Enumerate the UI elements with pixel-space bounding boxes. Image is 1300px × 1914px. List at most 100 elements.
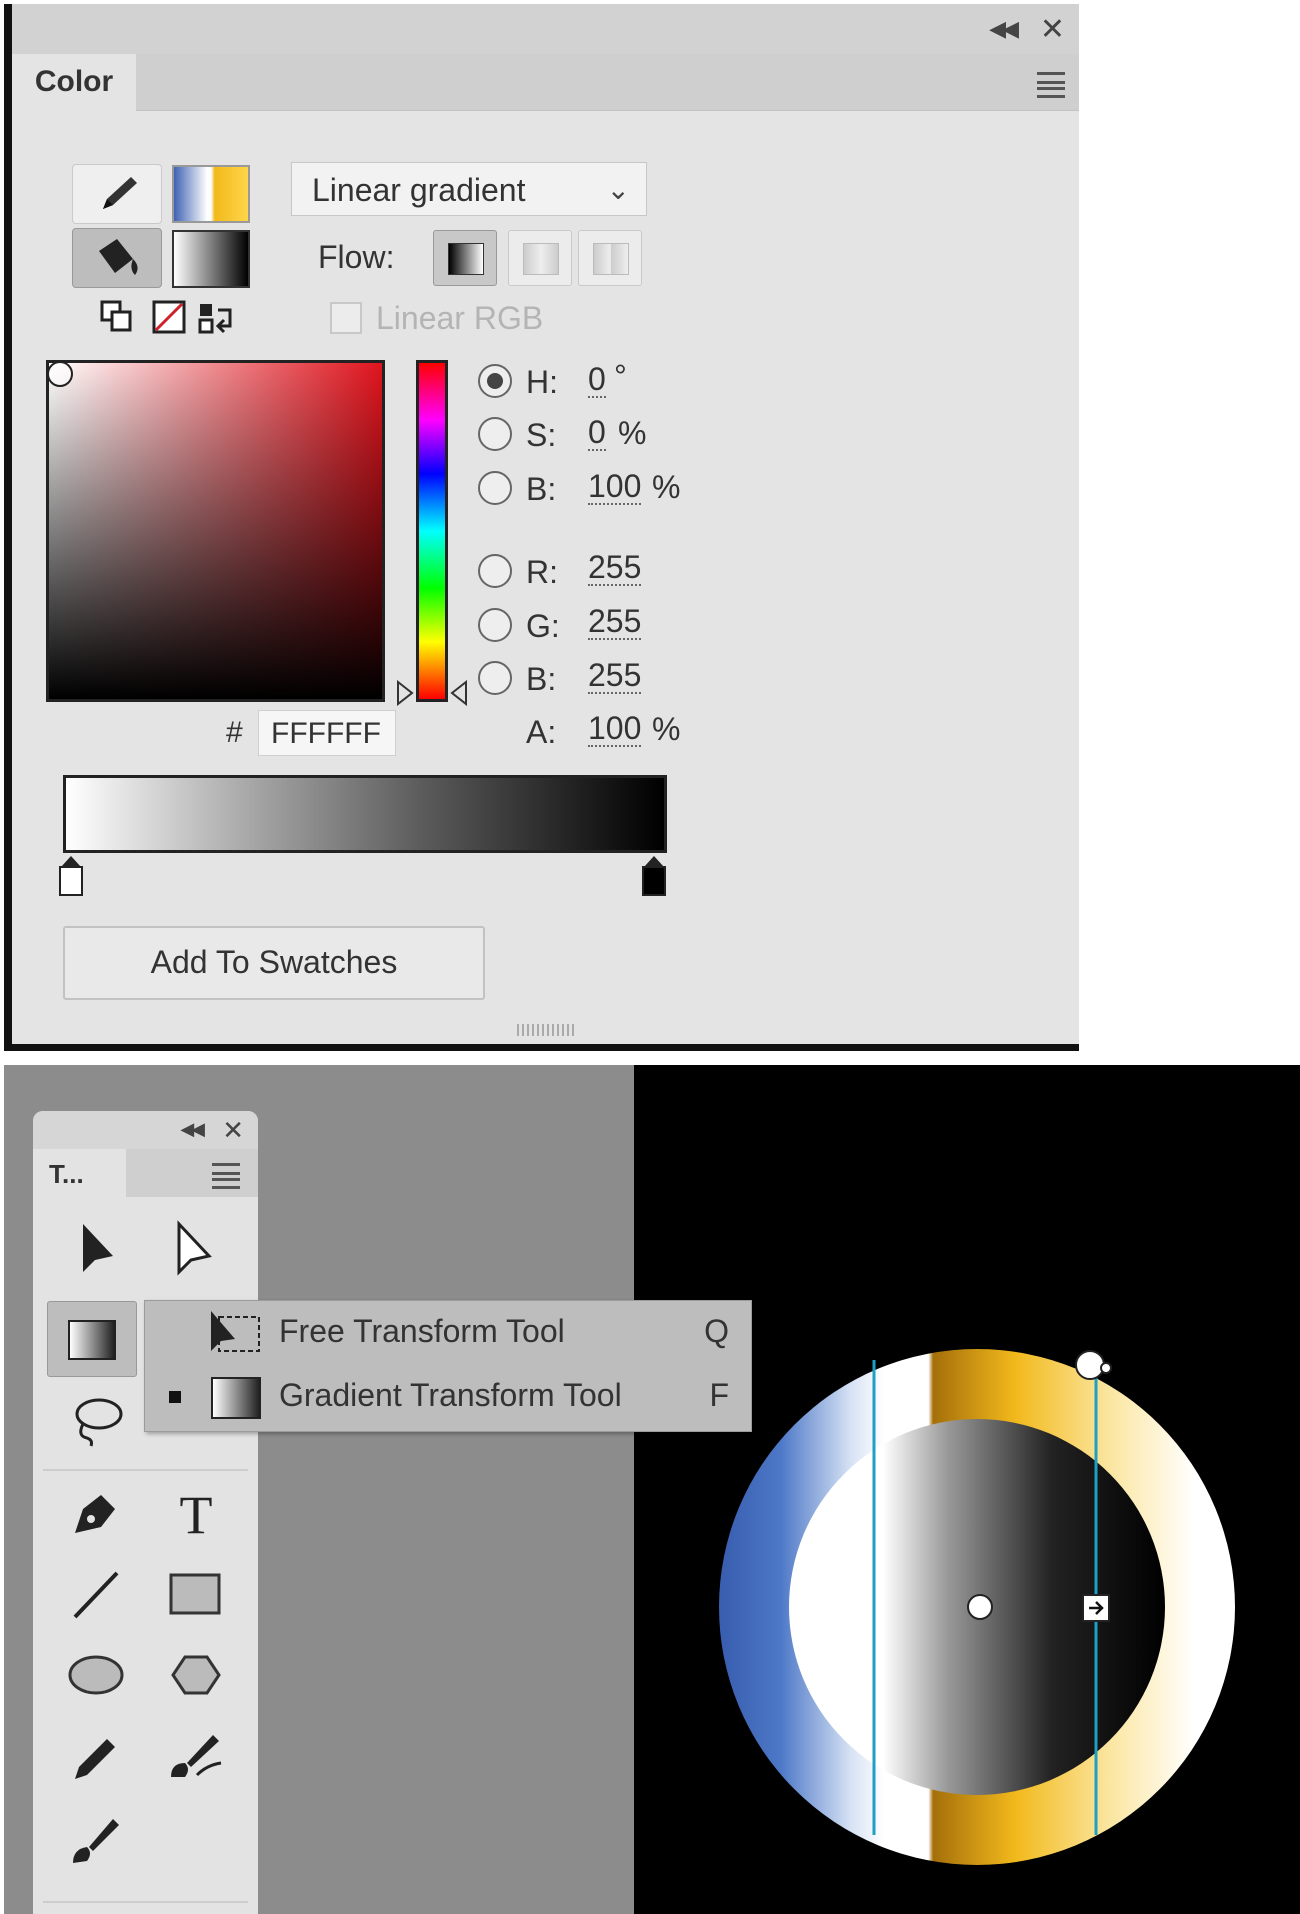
text-tool[interactable]: T bbox=[161, 1481, 231, 1547]
pencil-tool[interactable] bbox=[61, 1723, 131, 1789]
hue-slider[interactable] bbox=[416, 360, 448, 702]
add-to-swatches-button[interactable]: Add To Swatches bbox=[63, 926, 485, 1000]
stroke-swatch[interactable] bbox=[172, 165, 250, 223]
free-transform-label: Free Transform Tool bbox=[279, 1313, 565, 1349]
menu-item-gradient-transform[interactable]: Gradient Transform Tool F bbox=[145, 1365, 751, 1429]
line-icon bbox=[73, 1571, 119, 1619]
pen-tool[interactable] bbox=[61, 1481, 131, 1547]
hue-slider-right-arrow[interactable] bbox=[450, 680, 468, 706]
b-rgb-value[interactable]: 255 bbox=[588, 658, 642, 694]
line-tool[interactable] bbox=[61, 1561, 131, 1627]
subselection-tool[interactable] bbox=[157, 1216, 227, 1282]
resize-grip[interactable] bbox=[517, 1024, 577, 1036]
h-label: H: bbox=[526, 364, 558, 400]
linear-rgb-checkbox[interactable] bbox=[330, 302, 362, 334]
selection-tool[interactable] bbox=[61, 1216, 131, 1282]
paint-bucket-icon bbox=[99, 239, 138, 275]
panel-titlebar: ◀◀ ✕ bbox=[12, 4, 1079, 54]
tab-tools[interactable]: T... bbox=[33, 1149, 126, 1197]
gradient-transform-icon bbox=[68, 1320, 116, 1360]
fill-type-dropdown[interactable]: Linear gradient ⌄ bbox=[291, 162, 647, 216]
selected-indicator-icon bbox=[169, 1391, 181, 1403]
g-value[interactable]: 255 bbox=[588, 604, 642, 640]
fill-type-value: Linear gradient bbox=[312, 172, 526, 208]
color-picker-cursor[interactable] bbox=[47, 361, 73, 387]
r-radio[interactable] bbox=[478, 554, 512, 588]
paint-brush-icon bbox=[171, 1735, 222, 1777]
collapse-icon[interactable]: ◀◀ bbox=[180, 1119, 205, 1140]
stage[interactable] bbox=[634, 1065, 1300, 1914]
tools-separator bbox=[43, 1469, 248, 1471]
pencil-icon bbox=[75, 1739, 115, 1779]
hue-slider-left-arrow[interactable] bbox=[396, 680, 414, 706]
chevron-down-icon: ⌄ bbox=[606, 174, 630, 205]
h-radio[interactable] bbox=[478, 364, 512, 398]
close-icon[interactable]: ✕ bbox=[222, 1115, 244, 1146]
default-colors-icon[interactable] bbox=[100, 300, 134, 334]
pen-icon bbox=[75, 1495, 115, 1533]
brush-icon bbox=[73, 1819, 119, 1863]
selection-arrow-icon bbox=[83, 1224, 113, 1272]
g-radio[interactable] bbox=[478, 608, 512, 642]
gradient-preview-bar[interactable] bbox=[63, 775, 667, 853]
hex-input[interactable]: FFFFFF bbox=[258, 710, 396, 756]
flow-extend-button[interactable] bbox=[433, 230, 497, 286]
a-unit: % bbox=[652, 711, 681, 747]
subselection-arrow-icon bbox=[177, 1220, 212, 1276]
menu-item-free-transform[interactable]: Free Transform Tool Q bbox=[145, 1301, 751, 1365]
panel-menu-icon[interactable] bbox=[1037, 72, 1065, 98]
color-panel-body: ◀◀ ✕ Color Linear gradient ⌄ Flow: Linea… bbox=[12, 4, 1079, 1044]
tab-color[interactable]: Color bbox=[12, 54, 136, 111]
stroke-color-button[interactable] bbox=[72, 164, 162, 224]
s-label: S: bbox=[526, 417, 557, 453]
lasso-tool[interactable] bbox=[61, 1386, 131, 1452]
panel-tab-row: Color bbox=[12, 54, 1079, 111]
b-hsb-radio[interactable] bbox=[478, 471, 512, 505]
b-rgb-label: B: bbox=[526, 661, 557, 697]
saturation-brightness-field[interactable] bbox=[46, 360, 385, 702]
h-unit: ° bbox=[614, 358, 627, 394]
r-value[interactable]: 255 bbox=[588, 550, 642, 586]
linear-rgb-label: Linear RGB bbox=[376, 300, 544, 336]
swap-colors-icon[interactable] bbox=[198, 300, 236, 336]
gradient-transform-label: Gradient Transform Tool bbox=[279, 1377, 622, 1413]
r-label: R: bbox=[526, 554, 558, 590]
paint-brush-tool[interactable] bbox=[161, 1723, 231, 1789]
fill-swatch[interactable] bbox=[172, 230, 250, 288]
brush-tool[interactable] bbox=[61, 1805, 131, 1871]
b-rgb-radio[interactable] bbox=[478, 661, 512, 695]
oval-tool[interactable] bbox=[61, 1641, 131, 1707]
flow-repeat-button[interactable] bbox=[578, 230, 642, 286]
gradient-transform-shortcut: F bbox=[709, 1377, 729, 1413]
s-value[interactable]: 0 bbox=[588, 415, 606, 451]
flow-reflect-button[interactable] bbox=[508, 230, 572, 286]
a-value[interactable]: 100 bbox=[588, 711, 642, 747]
collapse-icon[interactable]: ◀◀ bbox=[989, 16, 1019, 42]
free-transform-shortcut: Q bbox=[704, 1313, 729, 1349]
polystar-tool[interactable] bbox=[161, 1641, 231, 1707]
b-hsb-label: B: bbox=[526, 471, 557, 507]
oval-icon bbox=[68, 1655, 124, 1695]
hex-hash: # bbox=[226, 716, 243, 749]
gradient-transform-icon bbox=[211, 1377, 261, 1419]
fill-color-button[interactable] bbox=[72, 228, 162, 288]
panel-menu-icon[interactable] bbox=[212, 1163, 240, 1189]
h-value[interactable]: 0 bbox=[588, 362, 606, 398]
tools-panel: ◀◀ ✕ T... T bbox=[33, 1111, 258, 1914]
s-radio[interactable] bbox=[478, 417, 512, 451]
gradient-transform-tool[interactable] bbox=[47, 1301, 137, 1377]
a-label: A: bbox=[526, 714, 557, 750]
color-panel: ◀◀ ✕ Color Linear gradient ⌄ Flow: Linea… bbox=[4, 4, 1079, 1051]
free-transform-icon bbox=[211, 1311, 260, 1352]
no-color-icon[interactable] bbox=[152, 300, 186, 334]
polygon-icon bbox=[171, 1655, 221, 1695]
lasso-icon bbox=[75, 1398, 123, 1447]
close-icon[interactable]: ✕ bbox=[1040, 12, 1065, 47]
b-hsb-unit: % bbox=[652, 469, 681, 505]
gradient-stop-white[interactable] bbox=[59, 856, 83, 896]
rectangle-tool[interactable] bbox=[161, 1561, 231, 1627]
pencil-icon bbox=[103, 177, 137, 209]
b-hsb-value[interactable]: 100 bbox=[588, 469, 642, 505]
g-label: G: bbox=[526, 608, 560, 644]
gradient-stop-black[interactable] bbox=[642, 856, 666, 896]
